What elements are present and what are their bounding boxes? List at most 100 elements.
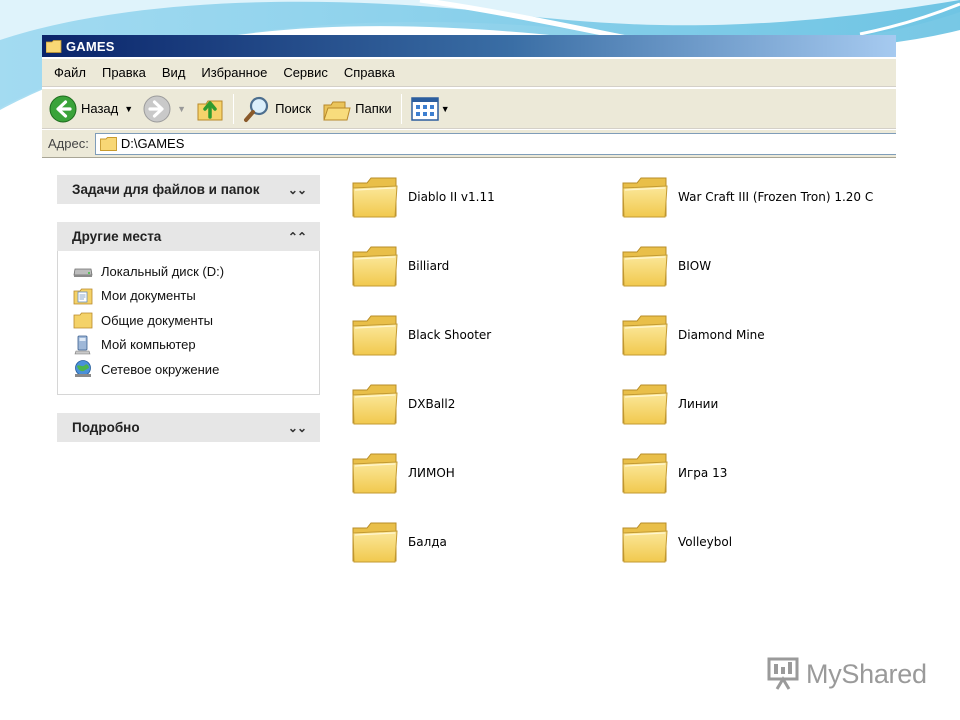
toolbar: Назад ▼ ▼ Поиск Папки ▼ (42, 89, 896, 129)
back-arrow-icon (49, 95, 77, 122)
watermark-text: MyShared (806, 658, 927, 689)
my-documents-icon (73, 288, 93, 305)
menu-file[interactable]: Файл (46, 63, 94, 83)
file-tasks-title: Задачи для файлов и папок (72, 182, 260, 197)
folder-icon (99, 136, 117, 151)
title-bar[interactable]: GAMES (42, 35, 896, 57)
folder-name: Линии (678, 397, 719, 411)
place-network[interactable]: Сетевое окружение (73, 357, 319, 382)
folder-item[interactable]: Diamond Mine (620, 310, 765, 360)
address-value: D:\GAMES (120, 136, 185, 151)
search-button[interactable]: Поиск (240, 92, 314, 126)
details-header[interactable]: Подробно ⌄⌄ (57, 413, 320, 442)
folder-icon (622, 522, 668, 563)
my-computer-icon (74, 335, 91, 355)
folders-button[interactable]: Папки (320, 92, 395, 126)
other-places-header[interactable]: Другие места ⌃⌃ (57, 222, 320, 251)
address-input[interactable]: D:\GAMES (94, 132, 896, 155)
folder-name: Black Shooter (408, 328, 492, 342)
views-button[interactable]: ▼ (408, 92, 457, 126)
views-icon (410, 96, 439, 121)
menu-tools[interactable]: Сервис (275, 63, 336, 83)
place-my-documents[interactable]: Мои документы (73, 284, 319, 309)
folder-icon (352, 522, 398, 563)
folder-icon (352, 177, 398, 218)
folder-name: DXBall2 (408, 397, 456, 411)
expand-chevron-icon[interactable]: ⌄⌄ (288, 183, 307, 197)
address-bar: Адрес: D:\GAMES (42, 130, 896, 158)
folder-name: Volleybol (678, 535, 733, 549)
forward-button[interactable]: ▼ (140, 92, 193, 126)
folder-name: War Craft III (Frozen Tron) 1.20 C (678, 190, 874, 204)
drive-icon (73, 268, 93, 278)
folder-icon (622, 246, 668, 287)
menu-view[interactable]: Вид (154, 63, 194, 83)
forward-arrow-icon (143, 95, 171, 122)
back-label: Назад (81, 101, 119, 116)
folder-name: Балда (408, 535, 447, 549)
menu-help[interactable]: Справка (336, 63, 403, 83)
toolbar-separator (400, 93, 402, 124)
folder-item[interactable]: Игра 13 (620, 448, 727, 498)
file-tasks-panel: Задачи для файлов и папок ⌄⌄ (57, 175, 320, 204)
place-label: Общие документы (101, 312, 214, 328)
folder-item[interactable]: DXBall2 (350, 379, 455, 429)
presentation-icon (767, 657, 799, 690)
forward-dropdown-icon[interactable]: ▼ (177, 104, 186, 114)
other-places-title: Другие места (72, 229, 162, 244)
details-title: Подробно (72, 420, 140, 435)
window-title: GAMES (66, 38, 115, 54)
folder-item[interactable]: Billiard (350, 241, 449, 291)
folder-icon (73, 312, 93, 329)
folders-icon (323, 101, 351, 120)
folder-icon (46, 39, 62, 53)
place-label: Локальный диск (D:) (101, 263, 225, 279)
folder-icon (352, 315, 398, 356)
task-pane: Задачи для файлов и папок ⌄⌄ Другие мест… (42, 159, 332, 575)
back-dropdown-icon[interactable]: ▼ (124, 104, 133, 114)
menu-edit[interactable]: Правка (94, 63, 154, 83)
folder-item[interactable]: War Craft III (Frozen Tron) 1.20 C (620, 172, 888, 222)
folder-item[interactable]: ЛИМОН (350, 448, 455, 498)
place-local-disk[interactable]: Локальный диск (D:) (73, 259, 319, 284)
folder-name: BIOW (678, 259, 712, 273)
folder-name: Diamond Mine (678, 328, 765, 342)
menu-bar: Файл Правка Вид Избранное Сервис Справка (42, 59, 896, 87)
toolbar-separator (233, 93, 235, 124)
collapse-chevron-icon[interactable]: ⌃⌃ (288, 230, 307, 244)
file-tasks-header[interactable]: Задачи для файлов и папок ⌄⌄ (57, 175, 320, 204)
folder-icon (622, 315, 668, 356)
folder-name: Diablo II v1.11 (408, 190, 495, 204)
details-panel: Подробно ⌄⌄ (57, 413, 320, 442)
place-my-computer[interactable]: Мой компьютер (73, 333, 319, 358)
place-label: Мой компьютер (101, 337, 196, 353)
menu-favorites[interactable]: Избранное (193, 63, 275, 83)
folder-icon (622, 177, 668, 218)
search-icon (244, 96, 269, 122)
up-folder-button[interactable] (193, 92, 227, 126)
folder-item[interactable]: Линии (620, 379, 718, 429)
search-label: Поиск (275, 101, 312, 116)
folder-item[interactable]: Black Shooter (350, 310, 491, 360)
folder-item[interactable]: Volleybol (620, 517, 732, 567)
back-button[interactable]: Назад ▼ (46, 92, 140, 126)
expand-chevron-icon[interactable]: ⌄⌄ (288, 421, 307, 435)
folder-name: Игра 13 (678, 466, 728, 480)
place-label: Мои документы (101, 288, 196, 304)
place-shared-documents[interactable]: Общие документы (73, 308, 319, 333)
explorer-window: GAMES Файл Правка Вид Избранное Сервис С… (42, 35, 896, 575)
views-dropdown-icon[interactable]: ▼ (441, 104, 450, 114)
folder-name: ЛИМОН (408, 466, 455, 480)
other-places-panel: Другие места ⌃⌃ Локальный диск (D:) Мои … (57, 222, 320, 395)
folder-icon (352, 453, 398, 494)
file-view: Diablo II v1.11 War Craft III (Frozen Tr… (332, 159, 896, 575)
place-label: Сетевое окружение (101, 361, 220, 377)
folder-item[interactable]: Балда (350, 517, 447, 567)
other-places-list: Локальный диск (D:) Мои документы Общие … (57, 251, 320, 395)
folder-name: Billiard (408, 259, 450, 273)
folder-icon (352, 384, 398, 425)
watermark: MyShared (766, 656, 927, 692)
folder-item[interactable]: BIOW (620, 241, 711, 291)
folder-icon (352, 246, 398, 287)
folder-item[interactable]: Diablo II v1.11 (350, 172, 495, 222)
